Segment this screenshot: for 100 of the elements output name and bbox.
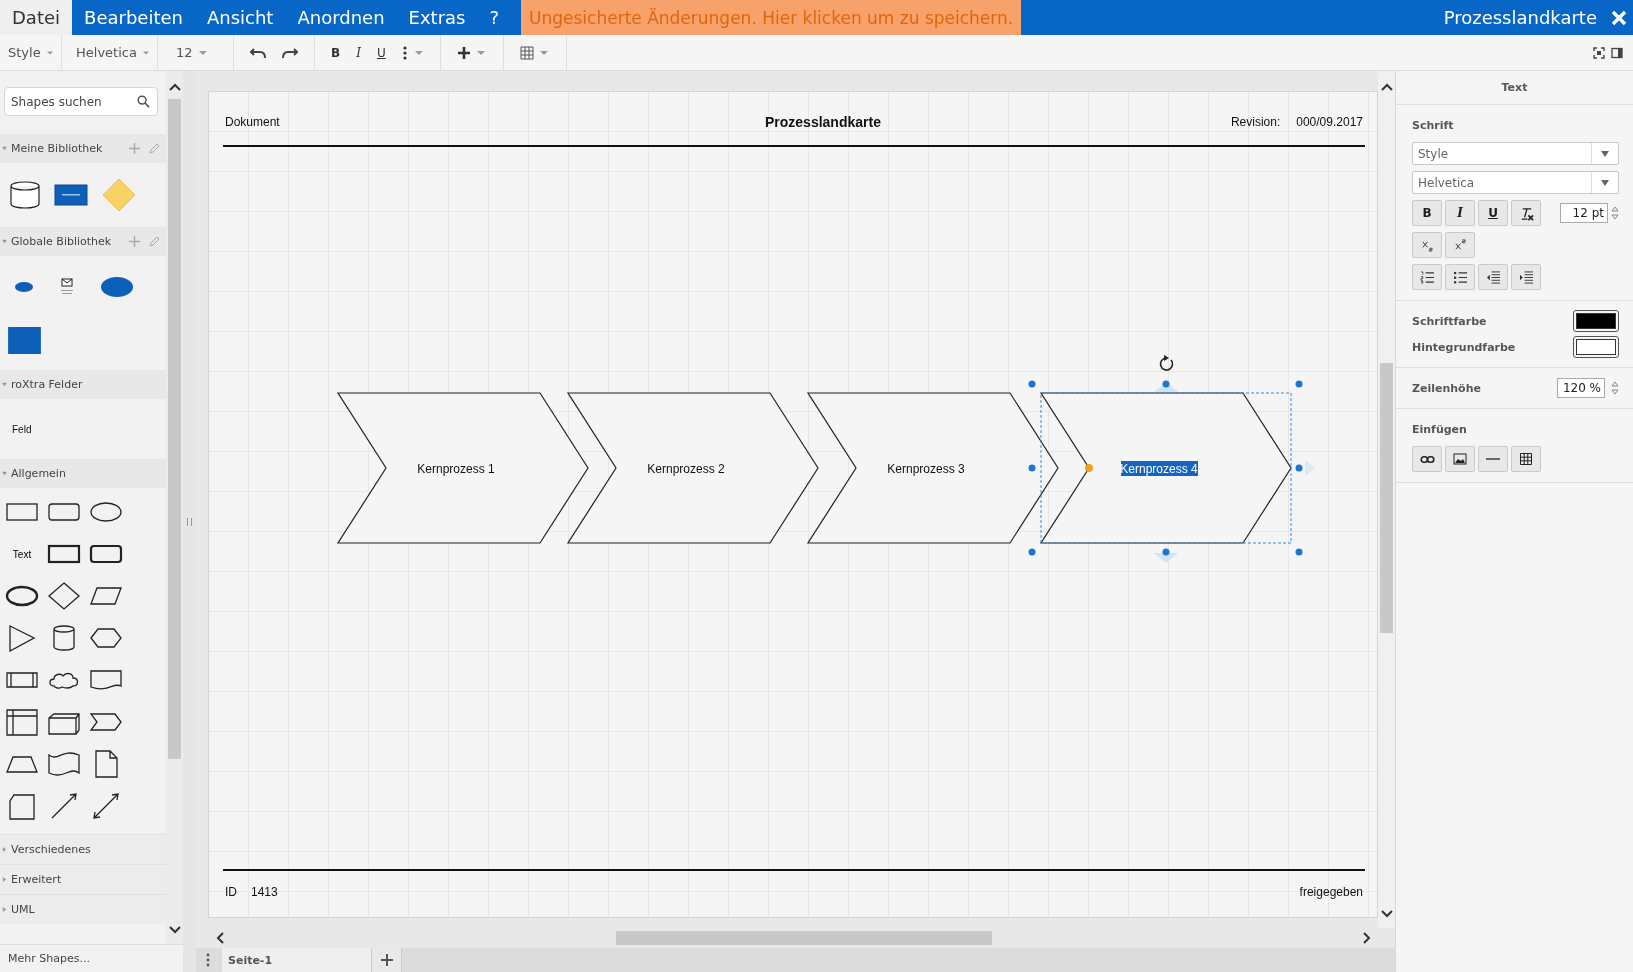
page-tab[interactable]: Seite-1 bbox=[222, 948, 372, 972]
menu-item[interactable]: Bearbeiten bbox=[72, 0, 195, 35]
menu-item[interactable]: ? bbox=[477, 0, 511, 35]
internal-storage-icon[interactable] bbox=[4, 708, 40, 736]
caret-icon bbox=[1601, 179, 1609, 186]
section-header[interactable]: UML bbox=[0, 894, 166, 924]
expanded-icon bbox=[2, 471, 7, 476]
horizontal-rule-button[interactable] bbox=[1478, 446, 1508, 472]
outdent-button[interactable] bbox=[1478, 264, 1508, 290]
numbered-list-button[interactable] bbox=[1412, 264, 1442, 290]
font-select[interactable]: Helvetica bbox=[1412, 171, 1619, 194]
superscript-button[interactable] bbox=[1445, 232, 1475, 258]
chevron-shape[interactable] bbox=[806, 392, 1059, 544]
color-swatch[interactable] bbox=[1573, 336, 1619, 358]
link-button[interactable] bbox=[1412, 446, 1442, 472]
color-swatch[interactable] bbox=[1573, 310, 1619, 332]
table-icon bbox=[1520, 453, 1532, 465]
resize-down-icon[interactable] bbox=[1154, 553, 1178, 563]
chevron-shape[interactable] bbox=[566, 392, 819, 544]
fullscreen-icon[interactable] bbox=[1593, 46, 1605, 59]
table-button[interactable] bbox=[1511, 446, 1541, 472]
resize-handle[interactable] bbox=[1295, 380, 1303, 388]
resize-handle[interactable] bbox=[1028, 464, 1036, 472]
collapsed-icon bbox=[2, 907, 7, 912]
small-ellipse-icon[interactable] bbox=[14, 280, 34, 293]
scroll-up-icon[interactable] bbox=[168, 83, 181, 91]
scroll-down-icon[interactable] bbox=[1380, 910, 1393, 918]
scrollbar-thumb[interactable] bbox=[1380, 363, 1393, 633]
font-size-field[interactable]: 12 pt bbox=[1560, 203, 1608, 223]
font-size-dropdown[interactable]: 12 bbox=[158, 35, 234, 70]
section-header[interactable]: Erweitert bbox=[0, 864, 166, 894]
redo-icon[interactable] bbox=[282, 46, 298, 59]
resize-handle[interactable] bbox=[1295, 464, 1303, 472]
page-menu-icon[interactable] bbox=[206, 953, 210, 967]
resize-handle[interactable] bbox=[1028, 548, 1036, 556]
undo-icon[interactable] bbox=[250, 46, 266, 59]
menu-item[interactable]: Datei bbox=[0, 0, 73, 35]
format-button[interactable]: B bbox=[1412, 200, 1442, 226]
field-shape[interactable]: Feld bbox=[12, 423, 32, 435]
menu-item[interactable]: Anordnen bbox=[285, 0, 397, 35]
format-button[interactable]: I bbox=[356, 45, 361, 60]
subscript-button[interactable] bbox=[1412, 232, 1442, 258]
scrollbar-thumb[interactable] bbox=[168, 99, 181, 759]
format-button[interactable]: I bbox=[1445, 200, 1475, 226]
scroll-up-icon[interactable] bbox=[1380, 83, 1393, 91]
section-header[interactable]: Allgemein bbox=[0, 459, 166, 488]
chevron-shape[interactable] bbox=[336, 392, 589, 544]
rotate-icon[interactable] bbox=[1159, 355, 1174, 371]
tape-icon[interactable] bbox=[46, 750, 82, 778]
style-dropdown[interactable]: Style bbox=[0, 35, 62, 70]
section-header[interactable]: roXtra Felder bbox=[0, 370, 166, 399]
text-shape[interactable]: Text bbox=[4, 540, 40, 568]
scroll-down-icon[interactable] bbox=[168, 926, 181, 934]
envelope-icon[interactable] bbox=[60, 277, 74, 296]
add-page-button[interactable] bbox=[372, 948, 402, 972]
section-title: Globale Bibliothek bbox=[11, 235, 113, 248]
square-shape-icon[interactable] bbox=[8, 327, 41, 355]
superscript-icon bbox=[1453, 238, 1467, 252]
shape-search-field[interactable]: Shapes suchen bbox=[4, 87, 158, 116]
scroll-right-icon[interactable] bbox=[1363, 932, 1371, 944]
resize-handle[interactable] bbox=[1162, 380, 1170, 388]
format-button[interactable]: U bbox=[1478, 200, 1508, 226]
scroll-left-icon[interactable] bbox=[216, 932, 224, 944]
ellipse-shape-icon[interactable] bbox=[100, 275, 134, 298]
diamond-icon[interactable] bbox=[46, 582, 82, 610]
id-label: ID bbox=[225, 885, 237, 899]
link-icon bbox=[1419, 454, 1435, 464]
style-select[interactable]: Style bbox=[1412, 142, 1619, 165]
spinner-icon[interactable] bbox=[1611, 204, 1619, 222]
close-icon[interactable] bbox=[1611, 9, 1627, 26]
more-icon[interactable] bbox=[401, 45, 424, 60]
bullet-list-button[interactable] bbox=[1445, 264, 1475, 290]
collapsed-icon bbox=[2, 847, 7, 852]
spinner-icon[interactable] bbox=[1611, 379, 1619, 397]
process-shape-icon[interactable] bbox=[54, 184, 88, 206]
image-button[interactable] bbox=[1445, 446, 1475, 472]
chevron-shape[interactable] bbox=[1039, 392, 1292, 544]
resize-handle[interactable] bbox=[1295, 548, 1303, 556]
font-dropdown[interactable]: Helvetica bbox=[62, 35, 158, 70]
splitter-handle[interactable] bbox=[187, 517, 192, 526]
clear-format-button[interactable] bbox=[1511, 200, 1541, 226]
control-handle[interactable] bbox=[1085, 464, 1093, 472]
menu-item[interactable]: Extras bbox=[396, 0, 478, 35]
resize-handle[interactable] bbox=[1162, 548, 1170, 556]
indent-button[interactable] bbox=[1511, 264, 1541, 290]
menu-item[interactable]: Ansicht bbox=[194, 0, 286, 35]
database-icon[interactable] bbox=[10, 181, 40, 209]
resize-handle[interactable] bbox=[1028, 380, 1036, 388]
section-title: UML bbox=[11, 903, 36, 916]
search-icon[interactable] bbox=[137, 95, 150, 108]
section-header[interactable]: Verschiedenes bbox=[0, 834, 166, 864]
format-button[interactable]: U bbox=[376, 45, 386, 60]
panel-toggle-icon[interactable] bbox=[1611, 46, 1623, 59]
line-height-field[interactable]: 120 % bbox=[1557, 378, 1605, 398]
outdent-icon bbox=[1485, 270, 1501, 284]
format-button[interactable]: B bbox=[331, 45, 341, 60]
scrollbar-thumb[interactable] bbox=[616, 931, 992, 945]
add-icon[interactable] bbox=[456, 45, 487, 60]
caret-icon bbox=[198, 50, 207, 55]
table-icon[interactable] bbox=[519, 45, 550, 60]
